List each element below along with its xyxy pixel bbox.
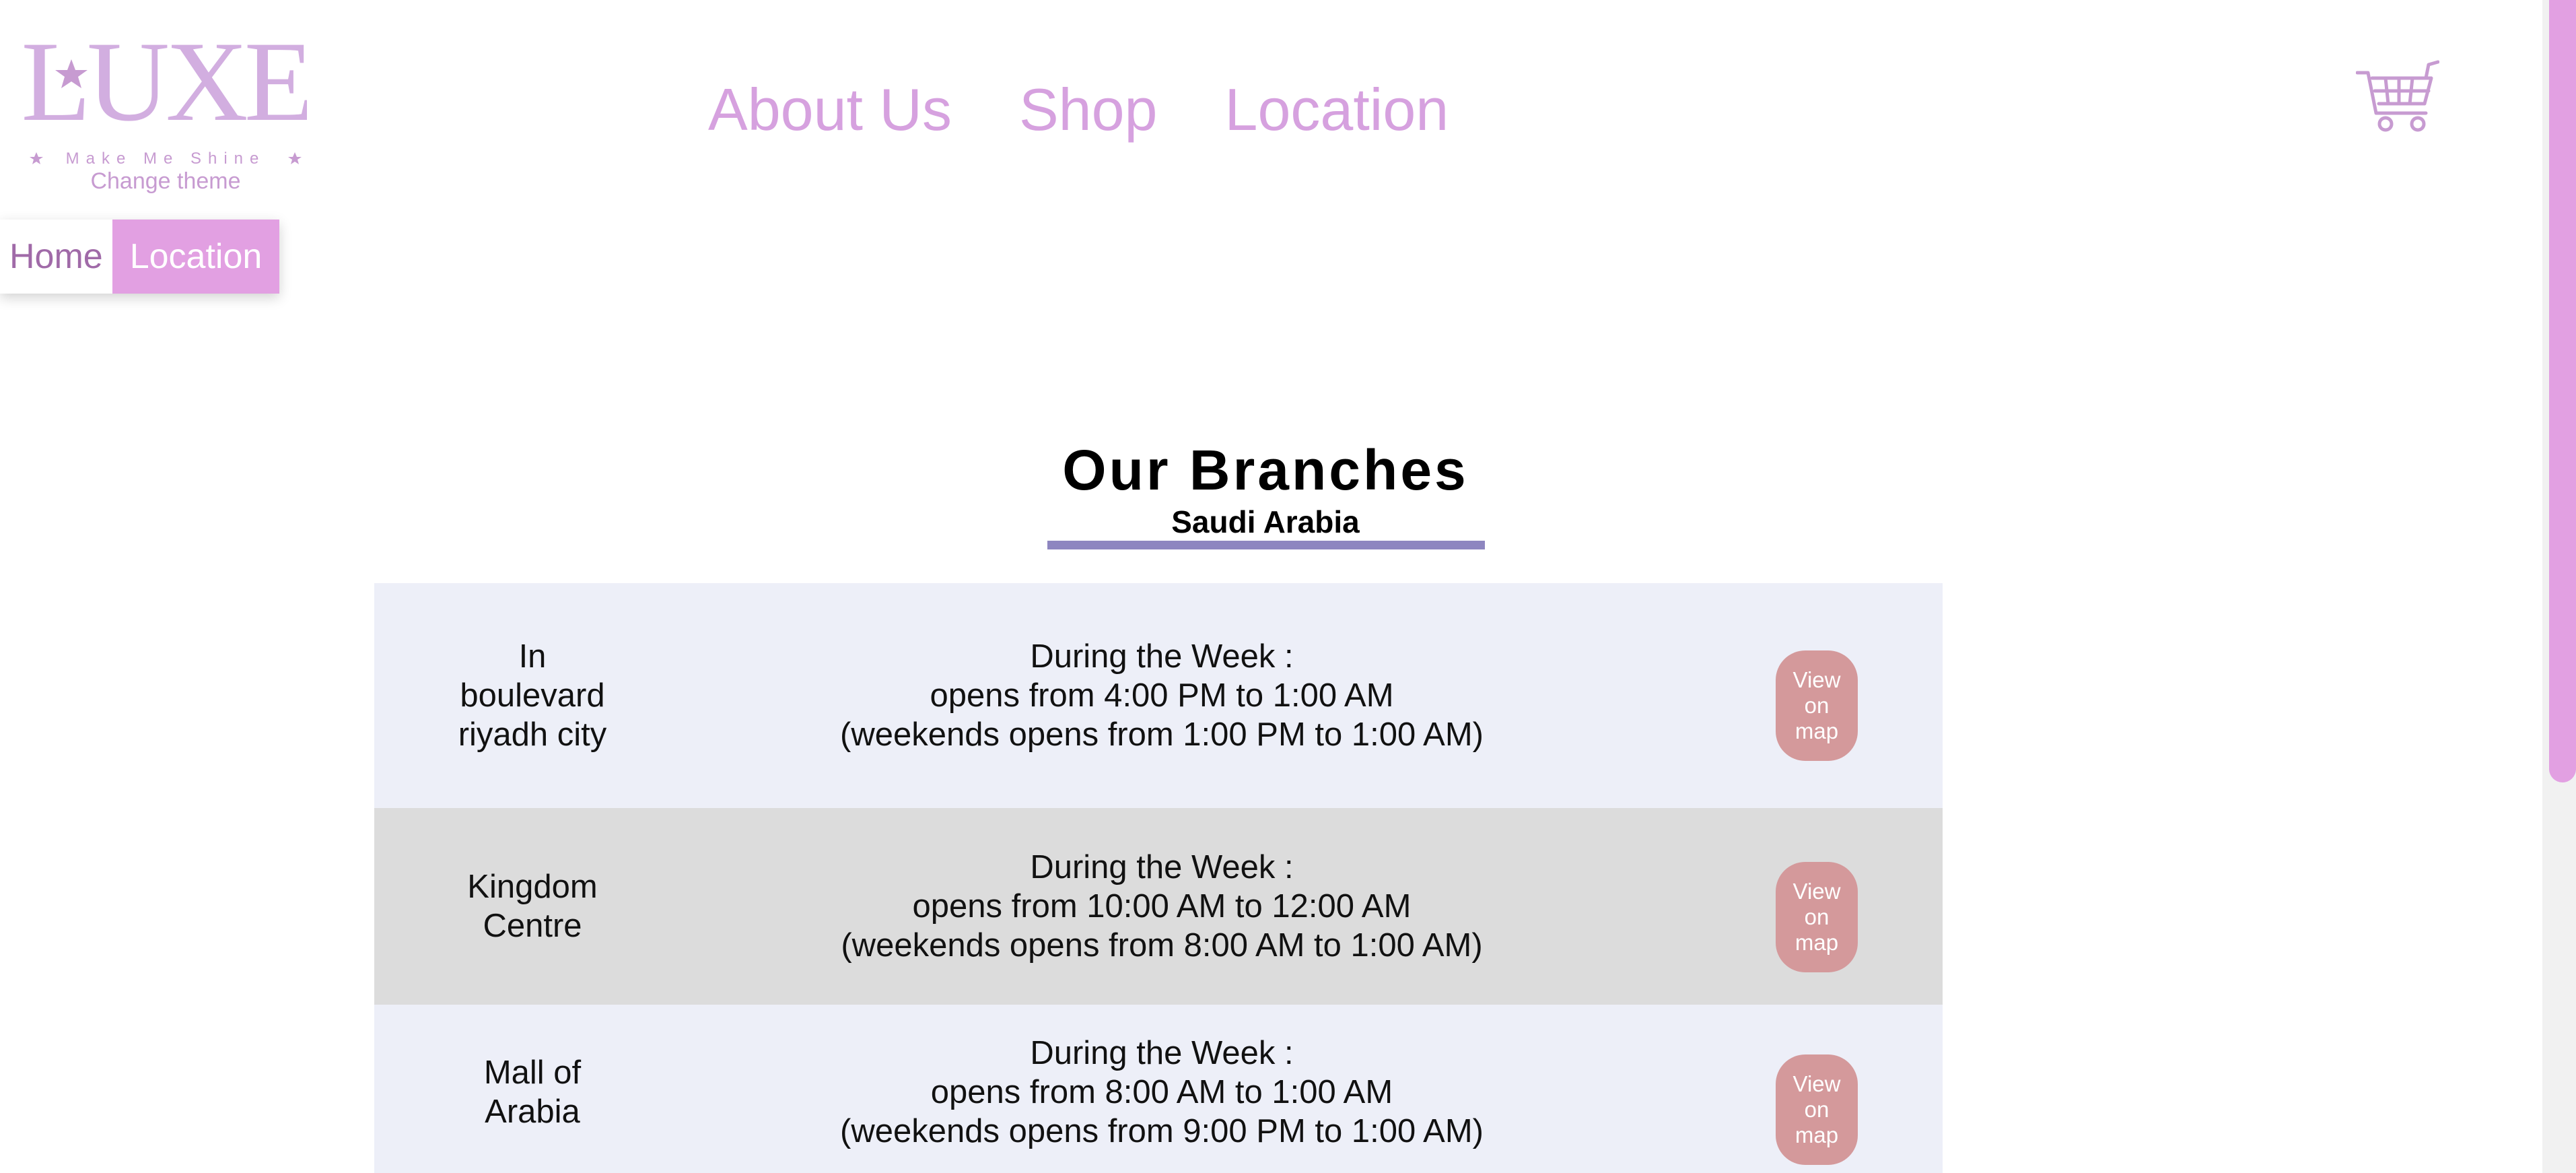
hours-heading: During the Week : — [1030, 638, 1294, 675]
branch-name: In boulevard riyadh city — [458, 638, 607, 753]
view-on-map-label: View on map — [1792, 1071, 1841, 1147]
title-underline — [1047, 541, 1485, 549]
weekday-hours: opens from 8:00 AM to 1:00 AM — [930, 1074, 1393, 1110]
logo[interactable]: LUXE Make Me Shine Change theme — [24, 24, 307, 206]
breadcrumb: Home Location — [0, 220, 280, 294]
breadcrumb-home[interactable]: Home — [0, 220, 112, 294]
branch-name: Kingdom Centre — [467, 869, 598, 944]
scrollbar-thumb[interactable] — [2549, 0, 2576, 782]
shopping-cart-icon[interactable] — [2356, 58, 2439, 135]
page: LUXE Make Me Shine Change theme About Us… — [0, 0, 2576, 1173]
logo-tagline: Make Me Shine — [66, 149, 266, 168]
view-on-map-button[interactable]: View on map — [1776, 650, 1858, 761]
weekday-hours: opens from 10:00 AM to 12:00 AM — [912, 888, 1412, 925]
breadcrumb-location[interactable]: Location — [112, 220, 280, 294]
branch-name-cell: Mall of Arabia — [374, 1005, 691, 1173]
branch-hours: During the Week : opens from 8:00 AM to … — [792, 1005, 1532, 1173]
view-on-map-button[interactable]: View on map — [1776, 1054, 1858, 1165]
branches-table: In boulevard riyadh city During the Week… — [374, 583, 1943, 1173]
branch-name-cell: In boulevard riyadh city — [374, 583, 691, 808]
nav-location[interactable]: Location — [1225, 73, 1449, 147]
branch-hours: During the Week : opens from 10:00 AM to… — [792, 808, 1532, 1005]
nav-about-us[interactable]: About Us — [708, 73, 952, 147]
view-on-map-label: View on map — [1792, 879, 1841, 955]
page-title: Our Branches — [1062, 438, 1469, 502]
branch-row: Kingdom Centre During the Week : opens f… — [374, 808, 1943, 1005]
branch-name: Mall of Arabia — [483, 1054, 582, 1130]
main-nav: About Us Shop Location — [708, 73, 1516, 147]
hours-heading: During the Week : — [1030, 849, 1294, 885]
weekend-hours: (weekends opens from 1:00 PM to 1:00 AM) — [840, 716, 1484, 753]
branch-hours: During the Week : opens from 4:00 PM to … — [792, 583, 1532, 808]
weekend-hours: (weekends opens from 8:00 AM to 1:00 AM) — [841, 927, 1483, 964]
weekday-hours: opens from 4:00 PM to 1:00 AM — [930, 677, 1394, 714]
change-theme-link[interactable]: Change theme — [24, 168, 307, 195]
luxe-logo-icon: LUXE Make Me Shine — [24, 24, 307, 168]
branch-row: In boulevard riyadh city During the Week… — [374, 583, 1943, 808]
nav-shop[interactable]: Shop — [1019, 73, 1158, 147]
page-subtitle: Saudi Arabia — [1171, 504, 1360, 539]
hours-heading: During the Week : — [1030, 1035, 1294, 1071]
view-on-map-label: View on map — [1792, 667, 1841, 743]
weekend-hours: (weekends opens from 9:00 PM to 1:00 AM) — [840, 1113, 1484, 1149]
branch-name-cell: Kingdom Centre — [374, 808, 691, 1005]
branch-row: Mall of Arabia During the Week : opens f… — [374, 1005, 1943, 1173]
view-on-map-button[interactable]: View on map — [1776, 862, 1858, 972]
